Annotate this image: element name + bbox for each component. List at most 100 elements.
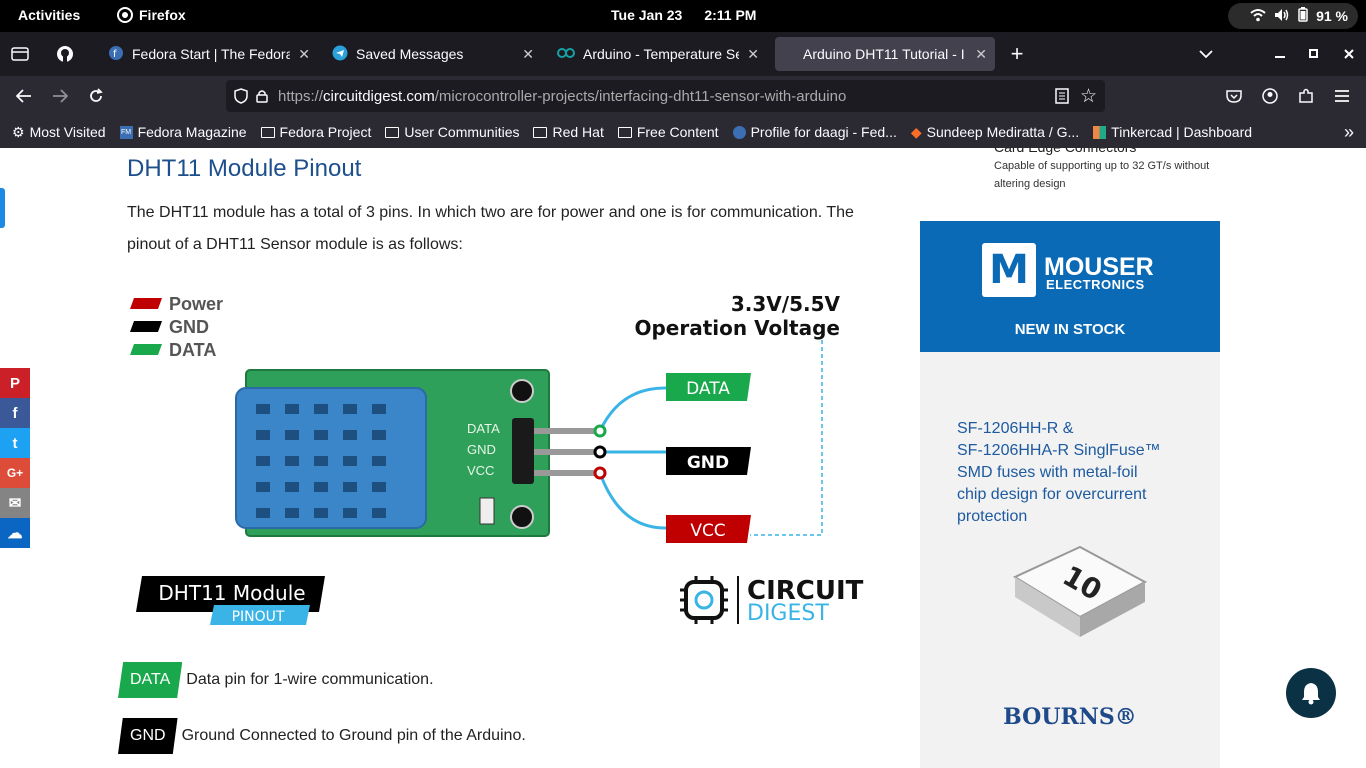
tab-arduino-temperature[interactable]: Arduino - Temperature Se ✕ bbox=[549, 37, 767, 71]
diagram-subtitle: PINOUT bbox=[232, 609, 285, 625]
battery-percent: 91 % bbox=[1316, 8, 1348, 24]
twitter-share-icon[interactable]: t bbox=[0, 428, 30, 458]
logo-line2: DIGEST bbox=[747, 601, 829, 626]
bookmarks-toolbar: ⚙ Most Visited FM Fedora Magazine Fedora P… bbox=[0, 116, 1366, 148]
close-tab-icon[interactable]: ✕ bbox=[747, 46, 759, 63]
mouser-logo-icon: M bbox=[982, 243, 1036, 297]
sidebar-item-title[interactable]: Card Edge Connectors bbox=[994, 148, 1136, 156]
ad-copy-line: SF-1206HH-R & bbox=[957, 420, 1074, 437]
bookmark-red-hat[interactable]: Red Hat bbox=[533, 124, 604, 140]
bookmark-gitlab[interactable]: ◆ Sundeep Mediratta / G... bbox=[911, 124, 1079, 141]
gitlab-icon: ◆ bbox=[910, 123, 922, 140]
bookmark-label: Sundeep Mediratta / G... bbox=[926, 124, 1080, 140]
bookmark-most-visited[interactable]: ⚙ Most Visited bbox=[12, 124, 106, 141]
fedora-magazine-icon: FM bbox=[119, 125, 133, 139]
pin-desc: Ground Connected to Ground pin of the Ar… bbox=[181, 727, 526, 744]
minimize-window-icon[interactable] bbox=[1268, 42, 1292, 66]
ad-footer-logo: BOURNS® bbox=[1003, 704, 1137, 730]
pin-label-gnd: GND bbox=[687, 453, 729, 473]
board-label-vcc: VCC bbox=[467, 463, 494, 478]
voltage-line1: 3.3V/5.5V bbox=[731, 292, 841, 316]
pin-tag-gnd: GND bbox=[118, 718, 178, 754]
facebook-share-icon[interactable]: f bbox=[0, 398, 30, 428]
bookmark-fedora-magazine[interactable]: FM Fedora Magazine bbox=[119, 124, 247, 140]
bookmark-label: Free Content bbox=[636, 124, 719, 140]
bookmark-free-content[interactable]: Free Content bbox=[617, 124, 719, 140]
tab-title: Arduino - Temperature Se bbox=[583, 46, 740, 62]
tab-saved-messages[interactable]: Saved Messages ✕ bbox=[324, 37, 542, 71]
time: 2:11 PM bbox=[704, 7, 757, 23]
sidebar-item-desc-1: Capable of supporting up to 32 GT/s with… bbox=[994, 160, 1210, 172]
close-tab-icon[interactable]: ✕ bbox=[298, 46, 310, 63]
ad-body: SF-1206HH-R & SF-1206HHA-R SinglFuse™ SM… bbox=[920, 352, 1220, 768]
lock-icon[interactable] bbox=[256, 89, 268, 103]
reader-view-icon[interactable] bbox=[1055, 88, 1069, 108]
board-label-data: DATA bbox=[467, 421, 500, 436]
notification-bell-button[interactable] bbox=[1286, 668, 1336, 718]
shield-icon[interactable] bbox=[234, 88, 248, 104]
ad-copy: SF-1206HH-R & SF-1206HHA-R SinglFuse™ SM… bbox=[957, 418, 1161, 528]
back-arrow-icon[interactable] bbox=[12, 84, 36, 108]
legend-gnd: GND bbox=[169, 317, 209, 337]
reload-icon[interactable] bbox=[84, 84, 108, 108]
firefox-icon bbox=[117, 7, 133, 23]
url-path: /microcontroller-projects/interfacing-dh… bbox=[434, 87, 847, 105]
sidebar-item-desc-2: altering design bbox=[994, 178, 1066, 190]
maximize-window-icon[interactable] bbox=[1302, 42, 1326, 66]
extensions-puzzle-icon[interactable] bbox=[1294, 84, 1318, 108]
folder-icon bbox=[260, 126, 275, 138]
bookmark-label: Most Visited bbox=[29, 124, 106, 140]
forward-arrow-icon[interactable] bbox=[48, 84, 72, 108]
bookmark-label: Profile for daagi - Fed... bbox=[750, 124, 897, 140]
activities-button[interactable]: Activities bbox=[18, 7, 80, 23]
bookmark-user-communities[interactable]: User Communities bbox=[385, 124, 519, 140]
mouser-advertisement[interactable]: M MOUSER ELECTRONICS NEW IN STOCK SF-120… bbox=[920, 221, 1220, 768]
bookmark-fedora-project[interactable]: Fedora Project bbox=[260, 124, 372, 140]
legend-power: Power bbox=[169, 294, 223, 314]
pinterest-share-icon[interactable]: P bbox=[0, 368, 30, 398]
date: Tue Jan 23 bbox=[611, 7, 683, 23]
bookmark-tinkercad[interactable]: Tinkercad | Dashboard bbox=[1093, 124, 1252, 140]
new-tab-button[interactable]: + bbox=[1005, 41, 1029, 66]
bookmark-star-icon[interactable]: ☆ bbox=[1080, 85, 1097, 108]
hamburger-menu-icon[interactable] bbox=[1330, 84, 1354, 108]
ad-copy-line: chip design for overcurrent bbox=[957, 486, 1147, 503]
github-pinned-tab-icon[interactable] bbox=[53, 42, 77, 66]
pin-tag-data: DATA bbox=[118, 662, 183, 698]
gear-icon: ⚙ bbox=[12, 123, 25, 140]
url-host: circuitdigest.com bbox=[323, 87, 435, 105]
side-tab[interactable] bbox=[0, 188, 5, 228]
close-tab-icon[interactable]: ✕ bbox=[975, 46, 987, 63]
tab-overview-icon[interactable] bbox=[8, 42, 32, 66]
more-bookmarks-chevron-icon[interactable]: » bbox=[1344, 122, 1354, 143]
sumo-share-icon[interactable]: ☁ bbox=[0, 518, 30, 548]
close-tab-icon[interactable]: ✕ bbox=[522, 46, 534, 63]
pin-desc: Data pin for 1-wire communication. bbox=[186, 671, 434, 688]
pocket-icon[interactable] bbox=[1222, 84, 1246, 108]
google-plus-share-icon[interactable]: G+ bbox=[0, 458, 30, 488]
system-status-menu[interactable]: 91 % bbox=[1228, 3, 1358, 29]
web-page: DHT11 Module Pinout The DHT11 module has… bbox=[0, 148, 1366, 768]
legend-data: DATA bbox=[169, 340, 216, 360]
clock[interactable]: Tue Jan 23 2:11 PM bbox=[611, 7, 756, 23]
svg-text:f: f bbox=[113, 49, 117, 60]
tab-title: Arduino DHT11 Tutorial - I bbox=[803, 46, 965, 62]
url-scheme: https:// bbox=[278, 87, 324, 105]
tab-arduino-dht11-tutorial[interactable]: Arduino DHT11 Tutorial - I ✕ bbox=[775, 37, 995, 71]
app-menu[interactable]: Firefox bbox=[117, 7, 186, 23]
tab-title: Saved Messages bbox=[356, 46, 464, 62]
account-icon[interactable] bbox=[1258, 84, 1282, 108]
bookmark-label: Tinkercad | Dashboard bbox=[1111, 124, 1253, 140]
ad-tagline: NEW IN STOCK bbox=[1014, 321, 1126, 338]
fuse-chip-image: 10 bbox=[1012, 545, 1148, 637]
tinkercad-icon bbox=[1093, 125, 1107, 139]
url-bar[interactable]: https://circuitdigest.com/microcontrolle… bbox=[226, 80, 1105, 112]
list-all-tabs-chevron-icon[interactable] bbox=[1194, 42, 1218, 66]
tab-fedora-start[interactable]: f Fedora Start | The Fedora ✕ bbox=[100, 37, 318, 71]
email-share-icon[interactable]: ✉ bbox=[0, 488, 30, 518]
bookmark-label: Fedora Project bbox=[279, 124, 372, 140]
dht11-pinout-diagram: Power GND DATA 3.3V/5.5V Operation Volta… bbox=[130, 292, 864, 626]
close-window-icon[interactable] bbox=[1337, 42, 1361, 66]
pin-label-data: DATA bbox=[686, 379, 730, 399]
bookmark-fedora-profile[interactable]: Profile for daagi - Fed... bbox=[732, 124, 897, 140]
